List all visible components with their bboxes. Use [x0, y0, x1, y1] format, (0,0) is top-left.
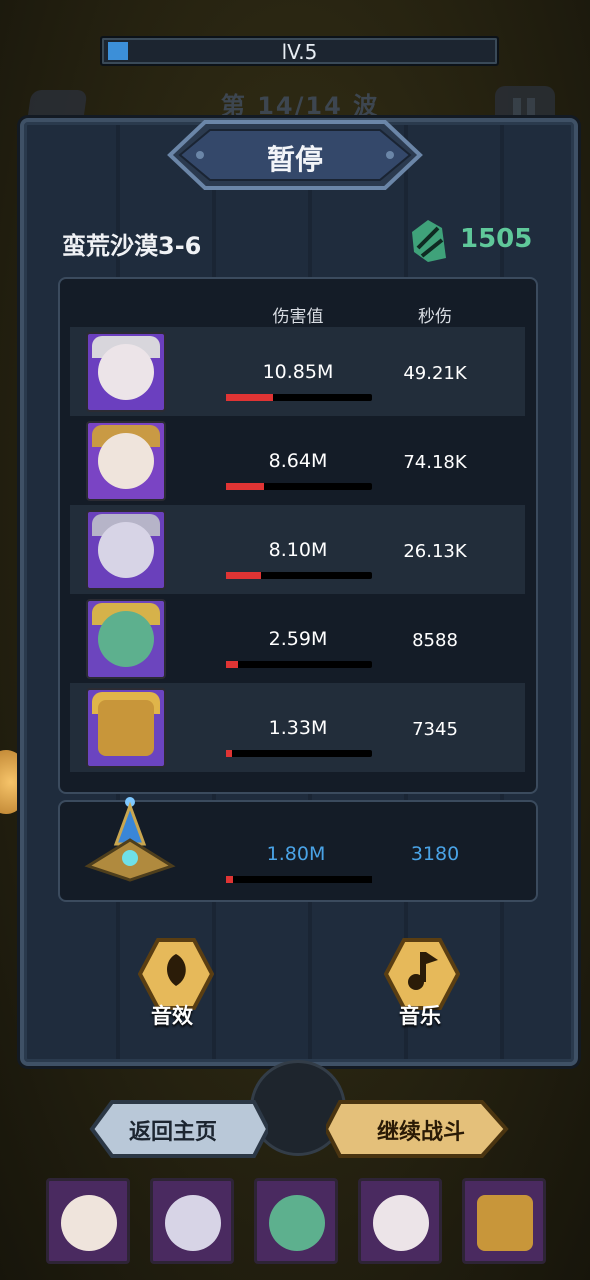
team-slot-hero-icon[interactable]: [150, 1178, 234, 1264]
hero-portrait-icon: [86, 421, 166, 501]
damage-value: 8.64M: [268, 450, 328, 472]
table-row: 2.59M 8588: [70, 594, 525, 683]
damage-bar-fill: [226, 394, 273, 401]
return-home-label: 返回主页: [128, 1120, 217, 1145]
table-row: 8.10M 26.13K: [70, 505, 525, 594]
damage-value: 8.10M: [268, 539, 328, 561]
dps-value: 74.18K: [403, 452, 467, 473]
damage-value: 10.85M: [262, 361, 334, 383]
team-slot-hero-icon[interactable]: [46, 1178, 130, 1264]
continue-battle-button[interactable]: 继续战斗: [326, 1098, 516, 1160]
continue-battle-label: 继续战斗: [376, 1120, 465, 1145]
sound-label: 音效: [151, 1004, 193, 1028]
score-value: 1505: [460, 224, 533, 254]
damage-bar-fill: [226, 661, 238, 668]
dps-value: 8588: [412, 630, 458, 651]
dps-value: 49.21K: [403, 363, 467, 384]
damage-value: 2.59M: [268, 628, 328, 650]
team-slot-hero-icon[interactable]: [462, 1178, 546, 1264]
level-progress-bar: lV.5: [100, 36, 499, 66]
table-row: 8.64M 74.18K: [70, 416, 525, 505]
music-label: 音乐: [399, 1004, 441, 1028]
level-label: lV.5: [281, 40, 318, 64]
damage-bar: [226, 750, 372, 757]
dps-value: 7345: [412, 719, 458, 740]
hero-portrait-icon: [86, 599, 166, 679]
damage-bar: [226, 572, 372, 579]
damage-bar: [226, 394, 372, 401]
hero-portrait-icon: [86, 332, 166, 412]
artifact-damage-bar: [226, 876, 372, 883]
artifact-damage-value: 1.80M: [266, 843, 326, 865]
damage-value: 1.33M: [268, 717, 328, 739]
team-slot-hero-icon[interactable]: [254, 1178, 338, 1264]
return-home-button[interactable]: 返回主页: [78, 1098, 268, 1160]
stage-name: 蛮荒沙漠3-6: [62, 232, 202, 260]
artifact-dps-value: 3180: [410, 843, 460, 865]
artifact-icon: [84, 797, 176, 882]
hero-portrait-icon: [86, 510, 166, 590]
damage-bar: [226, 483, 372, 490]
damage-bar: [226, 661, 372, 668]
damage-bar-fill: [226, 483, 264, 490]
column-header-damage: 伤害值: [272, 307, 324, 327]
artifact-damage-bar-fill: [226, 876, 234, 883]
damage-bar-fill: [226, 572, 262, 579]
dps-value: 26.13K: [403, 541, 467, 562]
dialog-title: 暂停: [266, 143, 323, 176]
hero-portrait-icon: [86, 688, 166, 768]
table-row: 10.85M 49.21K: [70, 327, 525, 416]
damage-bar-fill: [226, 750, 232, 757]
team-slot-hero-icon[interactable]: [358, 1178, 442, 1264]
dialog-title-banner: 暂停: [150, 110, 440, 200]
table-row: 1.33M 7345: [70, 683, 525, 772]
column-header-dps: 秒伤: [418, 307, 452, 327]
score-icon: [412, 220, 446, 262]
